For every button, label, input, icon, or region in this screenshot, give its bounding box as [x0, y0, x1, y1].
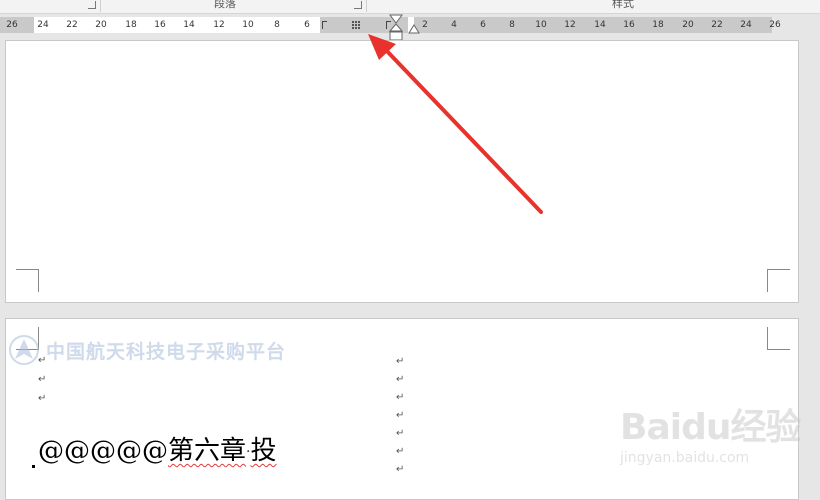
paragraph-mark: ↵: [396, 374, 405, 385]
ruler-number: 14: [594, 20, 606, 30]
ruler-number: 10: [535, 20, 547, 30]
left-tab-stop-icon[interactable]: [322, 21, 327, 29]
ruler-number: 20: [95, 20, 107, 30]
ribbon-group-styles-label: 样式: [612, 0, 634, 10]
baidu-url: jingyan.baidu.com: [620, 450, 750, 466]
ruler-number: 18: [652, 20, 664, 30]
ruler-number: 16: [623, 20, 635, 30]
paragraph-mark: ↵: [38, 355, 47, 366]
ruler-number: 6: [480, 20, 486, 30]
ruler-number: 20: [682, 20, 694, 30]
heading-suffix: 投: [250, 436, 277, 466]
right-indent-icon[interactable]: [408, 24, 420, 34]
paragraph-mark: ↵: [396, 428, 405, 439]
heading-prefix: @@@@@: [38, 436, 168, 466]
font-dialog-launcher-icon[interactable]: [88, 1, 96, 9]
ribbon-divider: [366, 0, 367, 12]
horizontal-ruler[interactable]: 26 24 22 20 18 16 14 12 10 8 6 2 4 6 8 10 12 14 16 18 20 22 24…: [0, 17, 781, 33]
watermark: 中国航天科技电子采购平台: [8, 332, 286, 368]
paragraph-mark: ↵: [396, 392, 405, 403]
ruler-number: 16: [154, 20, 166, 30]
ruler-number: 26: [6, 20, 18, 30]
ruler-number: 12: [564, 20, 576, 30]
ribbon-divider: [100, 0, 101, 12]
paragraph-mark: ↵: [396, 356, 405, 367]
column-marker-icon[interactable]: [351, 20, 360, 30]
chapter-heading[interactable]: @@@@@第六章·投: [38, 430, 276, 467]
ruler-number: 22: [66, 20, 78, 30]
paragraph-mark: ↵: [396, 464, 405, 475]
paragraph-mark: ↵: [38, 393, 47, 404]
ruler-number: 12: [213, 20, 225, 30]
ruler-number: 6: [304, 20, 310, 30]
ruler-number: 18: [125, 20, 137, 30]
ruler-number: 22: [711, 20, 723, 30]
paragraph-dialog-launcher-icon[interactable]: [354, 1, 362, 9]
ribbon-group-strip: 段落 样式: [0, 0, 820, 14]
paragraph-mark: ↵: [396, 446, 405, 457]
ruler-number: 8: [509, 20, 515, 30]
crop-mark-bottom-left: [16, 269, 39, 292]
ruler-number: 24: [740, 20, 752, 30]
text-cursor: [32, 465, 35, 468]
ribbon-group-paragraph-label: 段落: [214, 0, 236, 10]
paragraph-mark: ↵: [38, 374, 47, 385]
baidu-jingyan-watermark: Baidu经验 jingyan.baidu.com: [620, 398, 801, 466]
heading-chapter-text: 第六章: [168, 436, 247, 466]
baidu-logo: Baidu经验: [620, 407, 801, 448]
aerospace-logo-icon: [9, 335, 39, 365]
ruler-number: 10: [242, 20, 254, 30]
crop-mark-top-right: [767, 327, 790, 350]
ruler-number: 2: [422, 20, 428, 30]
crop-mark-bottom-right: [767, 269, 790, 292]
ruler-number: 4: [451, 20, 457, 30]
ruler-number: 24: [37, 20, 49, 30]
ruler-number: 8: [274, 20, 280, 30]
paragraph-mark: ↵: [396, 410, 405, 421]
document-page-1[interactable]: [5, 40, 799, 303]
first-line-indent-icon[interactable]: [389, 14, 403, 41]
ruler-number: 14: [183, 20, 195, 30]
watermark-text: 中国航天科技电子采购平台: [46, 340, 287, 363]
ruler-number: 26: [769, 20, 781, 30]
